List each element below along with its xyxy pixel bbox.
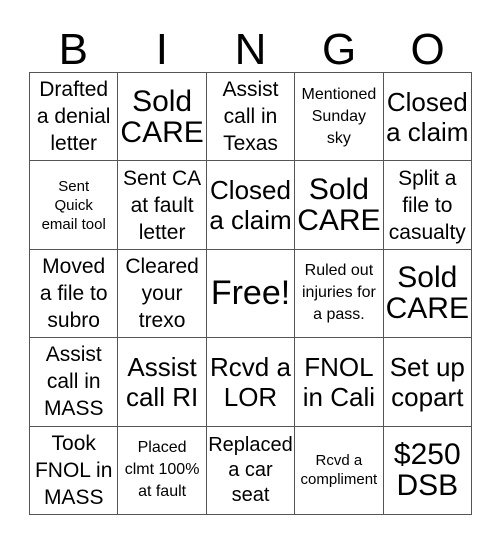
bingo-cell-text: Assist call in MASS xyxy=(43,343,104,421)
bingo-cell-n2[interactable]: Closed a claim xyxy=(206,161,296,250)
bingo-cell-n4[interactable]: Rcvd a LOR xyxy=(206,338,296,427)
bingo-cell-text: Mentioned Sunday sky xyxy=(301,85,377,147)
bingo-cell-text: Placed clmt 100% at fault xyxy=(124,439,200,501)
bingo-cell-text: Cleared your trexo xyxy=(125,254,199,332)
bingo-cell-text: Took FNOL in MASS xyxy=(34,431,113,509)
bingo-cell-b2[interactable]: Sent Quick email tool xyxy=(30,161,119,250)
bingo-cell-i5[interactable]: Placed clmt 100% at fault xyxy=(118,426,207,515)
bingo-cell-g5[interactable]: Rcvd a compliment xyxy=(295,426,384,515)
bingo-cell-text: Free! xyxy=(210,274,291,313)
bingo-cell-text: Set up copart xyxy=(389,351,465,412)
bingo-cell-text: Rcvd a compliment xyxy=(300,452,378,489)
bingo-cell-o1[interactable]: Closed a claim xyxy=(383,73,472,162)
bingo-cell-text: Replaced a car seat xyxy=(208,433,293,506)
bingo-cell-n1[interactable]: Assist call in Texas xyxy=(206,73,296,162)
bingo-cell-i4[interactable]: Assist call RI xyxy=(118,338,207,427)
header-letter-b: B xyxy=(58,25,88,74)
bingo-cell-g2[interactable]: Sold CARE xyxy=(295,161,384,250)
bingo-cell-g3[interactable]: Ruled out injuries for a pass. xyxy=(295,249,384,339)
bingo-cell-o5[interactable]: $250 DSB xyxy=(383,426,472,515)
bingo-cell-o3[interactable]: Sold CARE xyxy=(383,249,472,339)
header-letter-i: I xyxy=(155,25,168,74)
bingo-cell-b1[interactable]: Drafted a denial letter xyxy=(30,73,119,162)
bingo-header: B I N G O xyxy=(29,28,472,72)
header-letter-o: O xyxy=(410,25,445,74)
bingo-cell-text: Sold CARE xyxy=(385,261,469,326)
bingo-cell-text: Rcvd a LOR xyxy=(210,351,291,412)
bingo-cell-text: Closed a claim xyxy=(386,86,469,147)
header-letter-n: N xyxy=(234,25,267,74)
bingo-cell-text: Split a file to casualty xyxy=(388,166,466,244)
bingo-cell-b5[interactable]: Took FNOL in MASS xyxy=(30,426,119,515)
bingo-cell-text: Sold CARE xyxy=(120,84,204,149)
bingo-cell-i2[interactable]: Sent CA at fault letter xyxy=(118,161,207,250)
bingo-cell-g4[interactable]: FNOL in Cali xyxy=(295,338,384,427)
bingo-cell-b4[interactable]: Assist call in MASS xyxy=(30,338,119,427)
bingo-cell-o2[interactable]: Split a file to casualty xyxy=(383,161,472,250)
bingo-cell-i1[interactable]: Sold CARE xyxy=(118,73,207,162)
bingo-cell-text: FNOL in Cali xyxy=(302,351,376,412)
bingo-cell-text: $250 DSB xyxy=(393,438,461,503)
bingo-cell-text: Ruled out injuries for a pass. xyxy=(301,262,376,324)
header-letter-g: G xyxy=(321,25,357,74)
free-space-cell[interactable]: Free! xyxy=(206,249,296,339)
bingo-cell-g1[interactable]: Mentioned Sunday sky xyxy=(295,73,384,162)
bingo-cell-text: Sent CA at fault letter xyxy=(122,166,202,244)
bingo-cell-text: Closed a claim xyxy=(209,175,292,236)
bingo-cell-o4[interactable]: Set up copart xyxy=(383,338,472,427)
bingo-cell-n5[interactable]: Replaced a car seat xyxy=(206,426,296,515)
bingo-cell-text: Sent Quick email tool xyxy=(41,177,106,233)
bingo-cell-text: Assist call in Texas xyxy=(222,78,279,156)
bingo-cell-text: Moved a file to subro xyxy=(39,254,108,332)
bingo-cell-i3[interactable]: Cleared your trexo xyxy=(118,249,207,339)
bingo-card-grid: Drafted a denial letter Sold CARE Assist c… xyxy=(29,72,472,515)
bingo-cell-text: Assist call RI xyxy=(125,351,199,412)
bingo-cell-b3[interactable]: Moved a file to subro xyxy=(30,249,119,339)
bingo-cell-text: Sold CARE xyxy=(297,173,381,238)
bingo-cell-text: Drafted a denial letter xyxy=(36,78,111,156)
